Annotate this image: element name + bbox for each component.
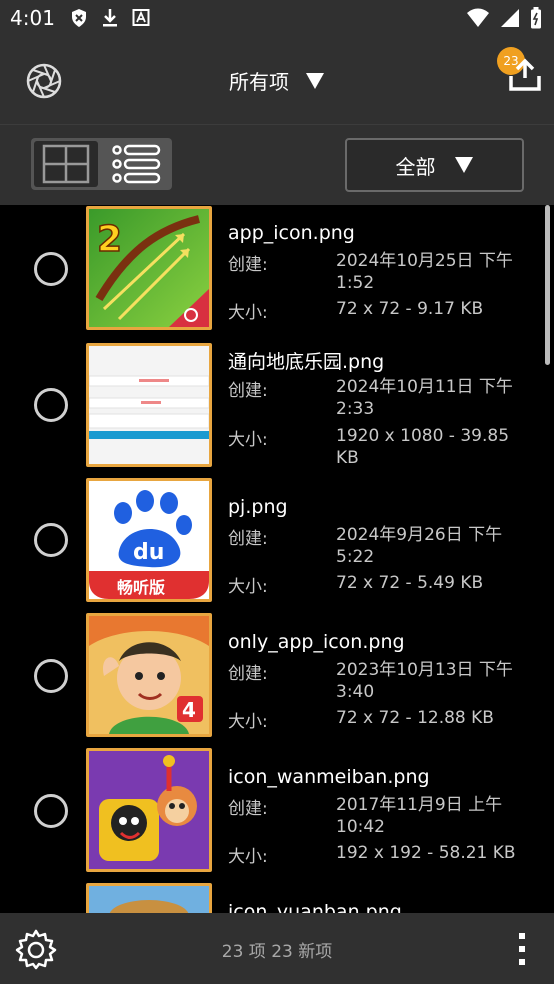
file-name: icon_wanmeiban.png [228,766,430,788]
list-item[interactable]: du 畅听版 pj.png 创建: 2024年9月26日 下午5:22 大小: … [0,476,554,608]
filter-dropdown[interactable]: 全部 [345,138,524,192]
game-thumbnail [89,886,209,913]
scrollbar[interactable] [545,205,550,365]
list-view-icon [112,144,161,184]
signal-icon [501,9,519,27]
folder-selector[interactable]: 所有项 [177,66,377,95]
cartoon-character-icon: 4 [89,616,209,734]
archery-game-icon: 2 [89,209,209,327]
monkey-game-icon [89,751,209,869]
file-thumbnail[interactable]: du 畅听版 [86,478,212,602]
size-label: 大小: [228,430,268,450]
more-options-button[interactable] [516,931,528,967]
page-title: 所有项 [229,70,289,94]
grid-view-button[interactable] [34,141,98,187]
wifi-icon [467,8,489,27]
upload-icon [509,58,541,91]
svg-text:畅听版: 畅听版 [117,578,165,597]
select-checkbox[interactable] [34,794,68,828]
aperture-icon [26,63,62,99]
filter-label: 全部 [395,154,436,179]
file-name: 通向地底乐园.png [228,351,385,373]
file-name: icon_yuanban.png [228,901,402,913]
size-value: 72 x 72 - 9.17 KB [336,299,484,319]
size-label: 大小: [228,303,268,323]
select-checkbox[interactable] [34,252,68,286]
toolbar: 全部 [0,124,554,205]
screenshot-thumbnail [89,346,209,464]
svg-text:4: 4 [182,698,196,722]
file-thumbnail[interactable] [86,748,212,872]
file-thumbnail[interactable]: 2 [86,206,212,330]
list-item[interactable]: 通向地底乐园.png 创建: 2024年10月11日 下午2:33 大小: 19… [0,341,554,473]
app-bar: 所有项 23 [0,36,554,124]
file-thumbnail[interactable]: 4 [86,613,212,737]
baidu-paw-icon: du 畅听版 [89,481,209,599]
list-item[interactable]: 2 app_icon.png 创建: 2024年10月25日 下午1:52 大小… [0,204,554,336]
size-value: 72 x 72 - 12.88 KB [336,708,494,728]
aperture-button[interactable] [24,61,64,101]
file-name: app_icon.png [228,222,355,244]
created-label: 创建: [228,529,268,549]
select-checkbox[interactable] [34,659,68,693]
grid-view-icon [42,144,90,184]
size-value: 192 x 192 - 58.21 KB [336,843,516,863]
status-time: 4:01 [10,6,55,30]
file-thumbnail[interactable] [86,883,212,913]
list-item[interactable]: icon_wanmeiban.png 创建: 2017年11月9日 上午10:4… [0,746,554,878]
list-item[interactable]: icon_yuanban.png [0,881,554,913]
status-left-icons [70,8,150,28]
size-value: 72 x 72 - 5.49 KB [336,573,484,593]
size-label: 大小: [228,712,268,732]
list-view-button[interactable] [101,138,171,190]
bottom-bar: 23 项 23 新项 [0,913,554,984]
size-label: 大小: [228,847,268,867]
created-value: 2017年11月9日 上午10:42 [336,795,503,837]
select-checkbox[interactable] [34,388,68,422]
file-list: 2 app_icon.png 创建: 2024年10月25日 下午1:52 大小… [0,204,554,913]
size-label: 大小: [228,577,268,597]
item-count: 23 项 23 新项 [221,942,333,962]
created-value: 2024年9月26日 下午5:22 [336,525,503,567]
created-label: 创建: [228,255,268,275]
created-label: 创建: [228,799,268,819]
status-right-icons [466,7,542,29]
status-bar: 4:01 [0,0,554,36]
dropdown-triangle-icon [454,157,473,173]
created-label: 创建: [228,664,268,684]
battery-icon [531,7,541,29]
file-thumbnail[interactable] [86,343,212,467]
size-value: 1920 x 1080 - 39.85 KB [336,426,510,468]
created-value: 2023年10月13日 下午3:40 [336,660,513,702]
svg-text:du: du [133,540,164,565]
view-toggle [31,138,172,190]
created-label: 创建: [228,381,268,401]
created-value: 2024年10月25日 下午1:52 [336,251,513,293]
more-vertical-icon [519,933,525,965]
created-value: 2024年10月11日 下午2:33 [336,377,513,419]
svg-text:2: 2 [97,219,122,260]
download-icon [103,9,117,27]
file-name: only_app_icon.png [228,631,405,653]
select-checkbox[interactable] [34,523,68,557]
upload-button[interactable] [508,58,542,92]
shield-icon [72,9,86,27]
list-item[interactable]: 4 only_app_icon.png 创建: 2023年10月13日 下午3:… [0,611,554,743]
dropdown-triangle-icon [306,72,324,89]
file-name: pj.png [228,496,288,518]
a-box-icon [132,9,150,26]
